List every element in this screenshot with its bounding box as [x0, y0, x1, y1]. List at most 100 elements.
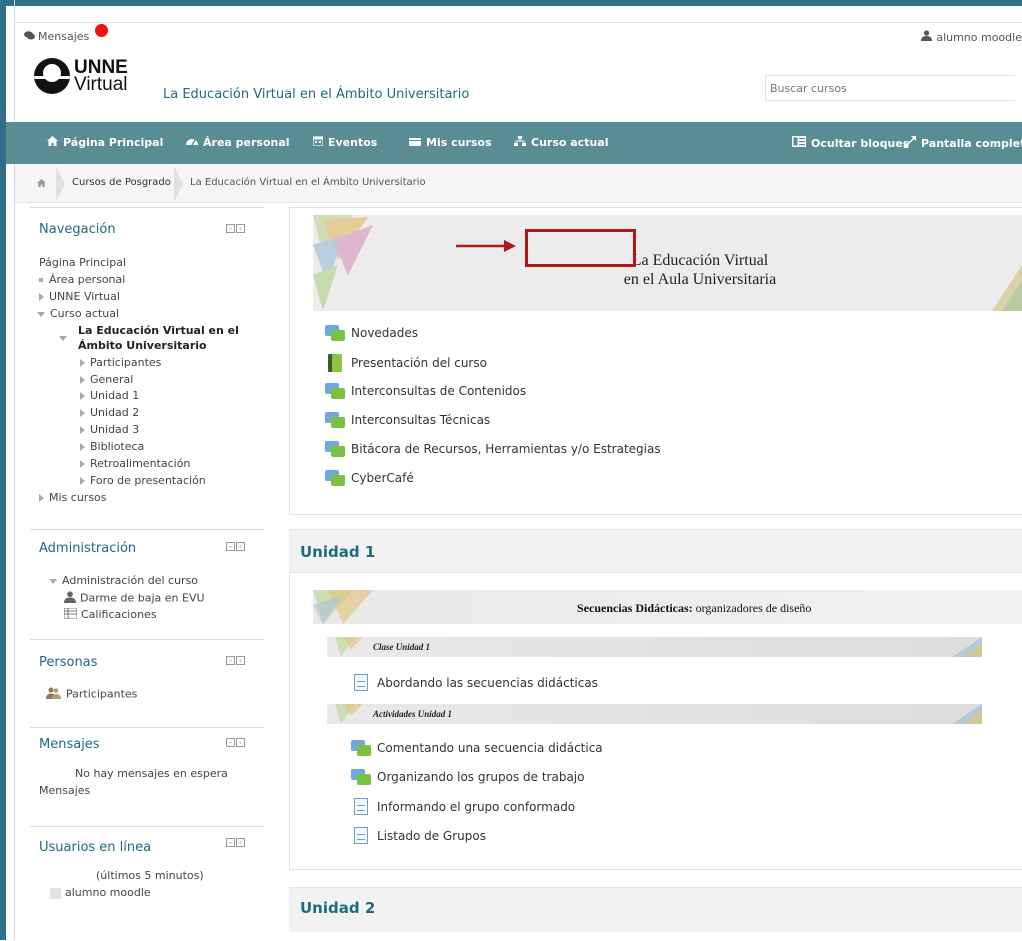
grades-label: Calificaciones — [81, 608, 157, 621]
messages-link[interactable]: Mensajes — [24, 30, 89, 43]
user-icon — [64, 591, 76, 606]
main-navbar: Página Principal Área personal Eventos M… — [6, 122, 1022, 164]
messages-block-title[interactable]: Mensajes — [39, 737, 100, 752]
grades-link[interactable]: Calificaciones — [63, 607, 157, 622]
tree-section-feedback[interactable]: Retroalimentación — [80, 457, 190, 470]
unit1-title[interactable]: Unidad 1 — [300, 543, 375, 561]
expand-icon — [904, 136, 916, 151]
tree-course-admin[interactable]: Administración del curso — [49, 574, 198, 587]
tree-personal-area[interactable]: Área personal — [39, 273, 125, 286]
collapse-icon[interactable]: ‹ — [236, 656, 245, 665]
tree-section-label: Participantes — [90, 356, 162, 369]
people-block — [30, 639, 264, 728]
tree-section-participants[interactable]: Participantes — [80, 356, 161, 369]
tree-section-unit1[interactable]: Unidad 1 — [80, 389, 139, 402]
forum-icon — [325, 383, 345, 399]
block-controls[interactable]: – ‹ — [226, 838, 245, 847]
logo-mark-icon — [34, 58, 70, 94]
dock-icon[interactable]: – — [226, 738, 235, 747]
activity-presentacion[interactable]: Presentación del curso — [325, 354, 487, 372]
activity-cybercafe[interactable]: CyberCafé — [325, 470, 414, 486]
sequences-banner-title: Secuencias Didácticas: organizadores de … — [577, 601, 811, 616]
tree-section-general[interactable]: General — [80, 373, 133, 386]
tree-section-label: General — [90, 373, 134, 386]
participants-link[interactable]: Participantes — [46, 687, 137, 702]
collapse-icon[interactable]: ‹ — [236, 542, 245, 551]
hide-blocks-label: Ocultar bloques — [811, 136, 910, 150]
highlight-rectangle — [525, 229, 636, 267]
nav-current-course-label: Curso actual — [531, 136, 609, 149]
breadcrumb-item[interactable]: La Educación Virtual en el Ámbito Univer… — [190, 177, 426, 188]
collapse-icon[interactable]: ‹ — [236, 738, 245, 747]
collapse-icon[interactable]: ‹ — [236, 224, 245, 233]
activity-listado[interactable]: Listado de Grupos — [351, 827, 486, 844]
home-icon — [47, 136, 58, 149]
breadcrumb-home-icon[interactable] — [37, 179, 46, 190]
activity-interconsultas-contenidos[interactable]: Interconsultas de Contenidos — [325, 383, 526, 399]
class-unit1-label: Clase Unidad 1 — [373, 642, 431, 652]
tree-course-name[interactable]: La Educación Virtual en el — [59, 324, 239, 341]
activity-label: Interconsultas Técnicas — [351, 413, 491, 427]
nav-current-course[interactable]: Curso actual — [514, 136, 609, 149]
activity-label: Novedades — [351, 326, 419, 340]
collapse-icon[interactable]: ‹ — [236, 838, 245, 847]
breadcrumb-item[interactable]: Cursos de Posgrado — [72, 177, 171, 188]
activity-abordando[interactable]: Abordando las secuencias didácticas — [351, 674, 598, 691]
tree-home[interactable]: Página Principal — [39, 256, 126, 269]
tree-unne-virtual[interactable]: UNNE Virtual — [39, 290, 120, 303]
site-title[interactable]: La Educación Virtual en el Ámbito Univer… — [163, 87, 469, 102]
dashboard-icon — [186, 136, 198, 149]
nav-personal-area-label: Área personal — [203, 136, 290, 149]
page-icon — [354, 827, 368, 844]
dock-icon[interactable]: – — [226, 656, 235, 665]
fullscreen-button[interactable]: Pantalla completa — [904, 136, 1022, 151]
people-block-title[interactable]: Personas — [39, 655, 97, 670]
nav-events[interactable]: Eventos — [312, 136, 377, 149]
nav-home[interactable]: Página Principal — [47, 136, 163, 149]
block-controls[interactable]: – ‹ — [226, 542, 245, 551]
administration-block-title[interactable]: Administración — [39, 541, 136, 556]
hide-blocks-button[interactable]: Ocultar bloques — [792, 136, 909, 150]
tree-my-courses[interactable]: Mis cursos — [39, 491, 107, 504]
tree-personal-area-label: Área personal — [49, 273, 126, 286]
activity-label: Interconsultas de Contenidos — [351, 384, 527, 398]
nav-my-courses[interactable]: Mis cursos — [409, 136, 492, 149]
dock-icon[interactable]: – — [226, 838, 235, 847]
chat-icon — [24, 30, 35, 43]
online-period-text: (últimos 5 minutos) — [96, 869, 204, 882]
activity-informando[interactable]: Informando el grupo conformado — [351, 798, 575, 815]
tree-section-forum[interactable]: Foro de presentación — [80, 474, 206, 487]
block-controls[interactable]: – ‹ — [226, 656, 245, 665]
unit2-title[interactable]: Unidad 2 — [300, 899, 375, 917]
breadcrumb-separator — [56, 166, 65, 202]
tree-course-name-line2[interactable]: Ámbito Universitario — [78, 339, 207, 352]
activity-label: Organizando los grupos de trabajo — [377, 770, 585, 784]
activity-novedades[interactable]: Novedades — [325, 325, 418, 341]
tree-current-course[interactable]: Curso actual — [37, 307, 119, 320]
search-courses-input[interactable] — [765, 75, 1015, 101]
tree-section-label: Unidad 3 — [90, 423, 140, 436]
activity-comentando[interactable]: Comentando una secuencia didáctica — [351, 740, 603, 756]
tree-section-unit3[interactable]: Unidad 3 — [80, 423, 139, 436]
forum-icon — [325, 470, 345, 486]
activity-organizando[interactable]: Organizando los grupos de trabajo — [351, 769, 585, 785]
activity-bitacora[interactable]: Bitácora de Recursos, Herramientas y/o E… — [325, 441, 661, 457]
online-users-block-title[interactable]: Usuarios en línea — [39, 840, 151, 855]
bar-decoration-left — [335, 704, 363, 724]
block-controls[interactable]: – ‹ — [226, 224, 245, 233]
site-logo[interactable]: UNNE Virtual — [34, 58, 128, 94]
banner-decoration-right — [992, 265, 1022, 311]
dock-icon[interactable]: – — [226, 224, 235, 233]
dock-icon[interactable]: – — [226, 542, 235, 551]
tree-section-unit2[interactable]: Unidad 2 — [80, 406, 139, 419]
messages-block-link[interactable]: Mensajes — [39, 784, 90, 797]
tree-section-library[interactable]: Biblioteca — [80, 440, 144, 453]
activity-interconsultas-tecnicas[interactable]: Interconsultas Técnicas — [325, 412, 490, 428]
block-controls[interactable]: – ‹ — [226, 738, 245, 747]
online-user[interactable]: alumno moodle — [50, 886, 151, 899]
nav-personal-area[interactable]: Área personal — [186, 136, 290, 149]
unenrol-link[interactable]: Darme de baja en EVU — [64, 591, 205, 606]
navigation-block-title[interactable]: Navegación — [39, 222, 116, 237]
user-menu[interactable]: alumno moodle — [921, 30, 1022, 44]
unenrol-label: Darme de baja en EVU — [80, 591, 205, 605]
